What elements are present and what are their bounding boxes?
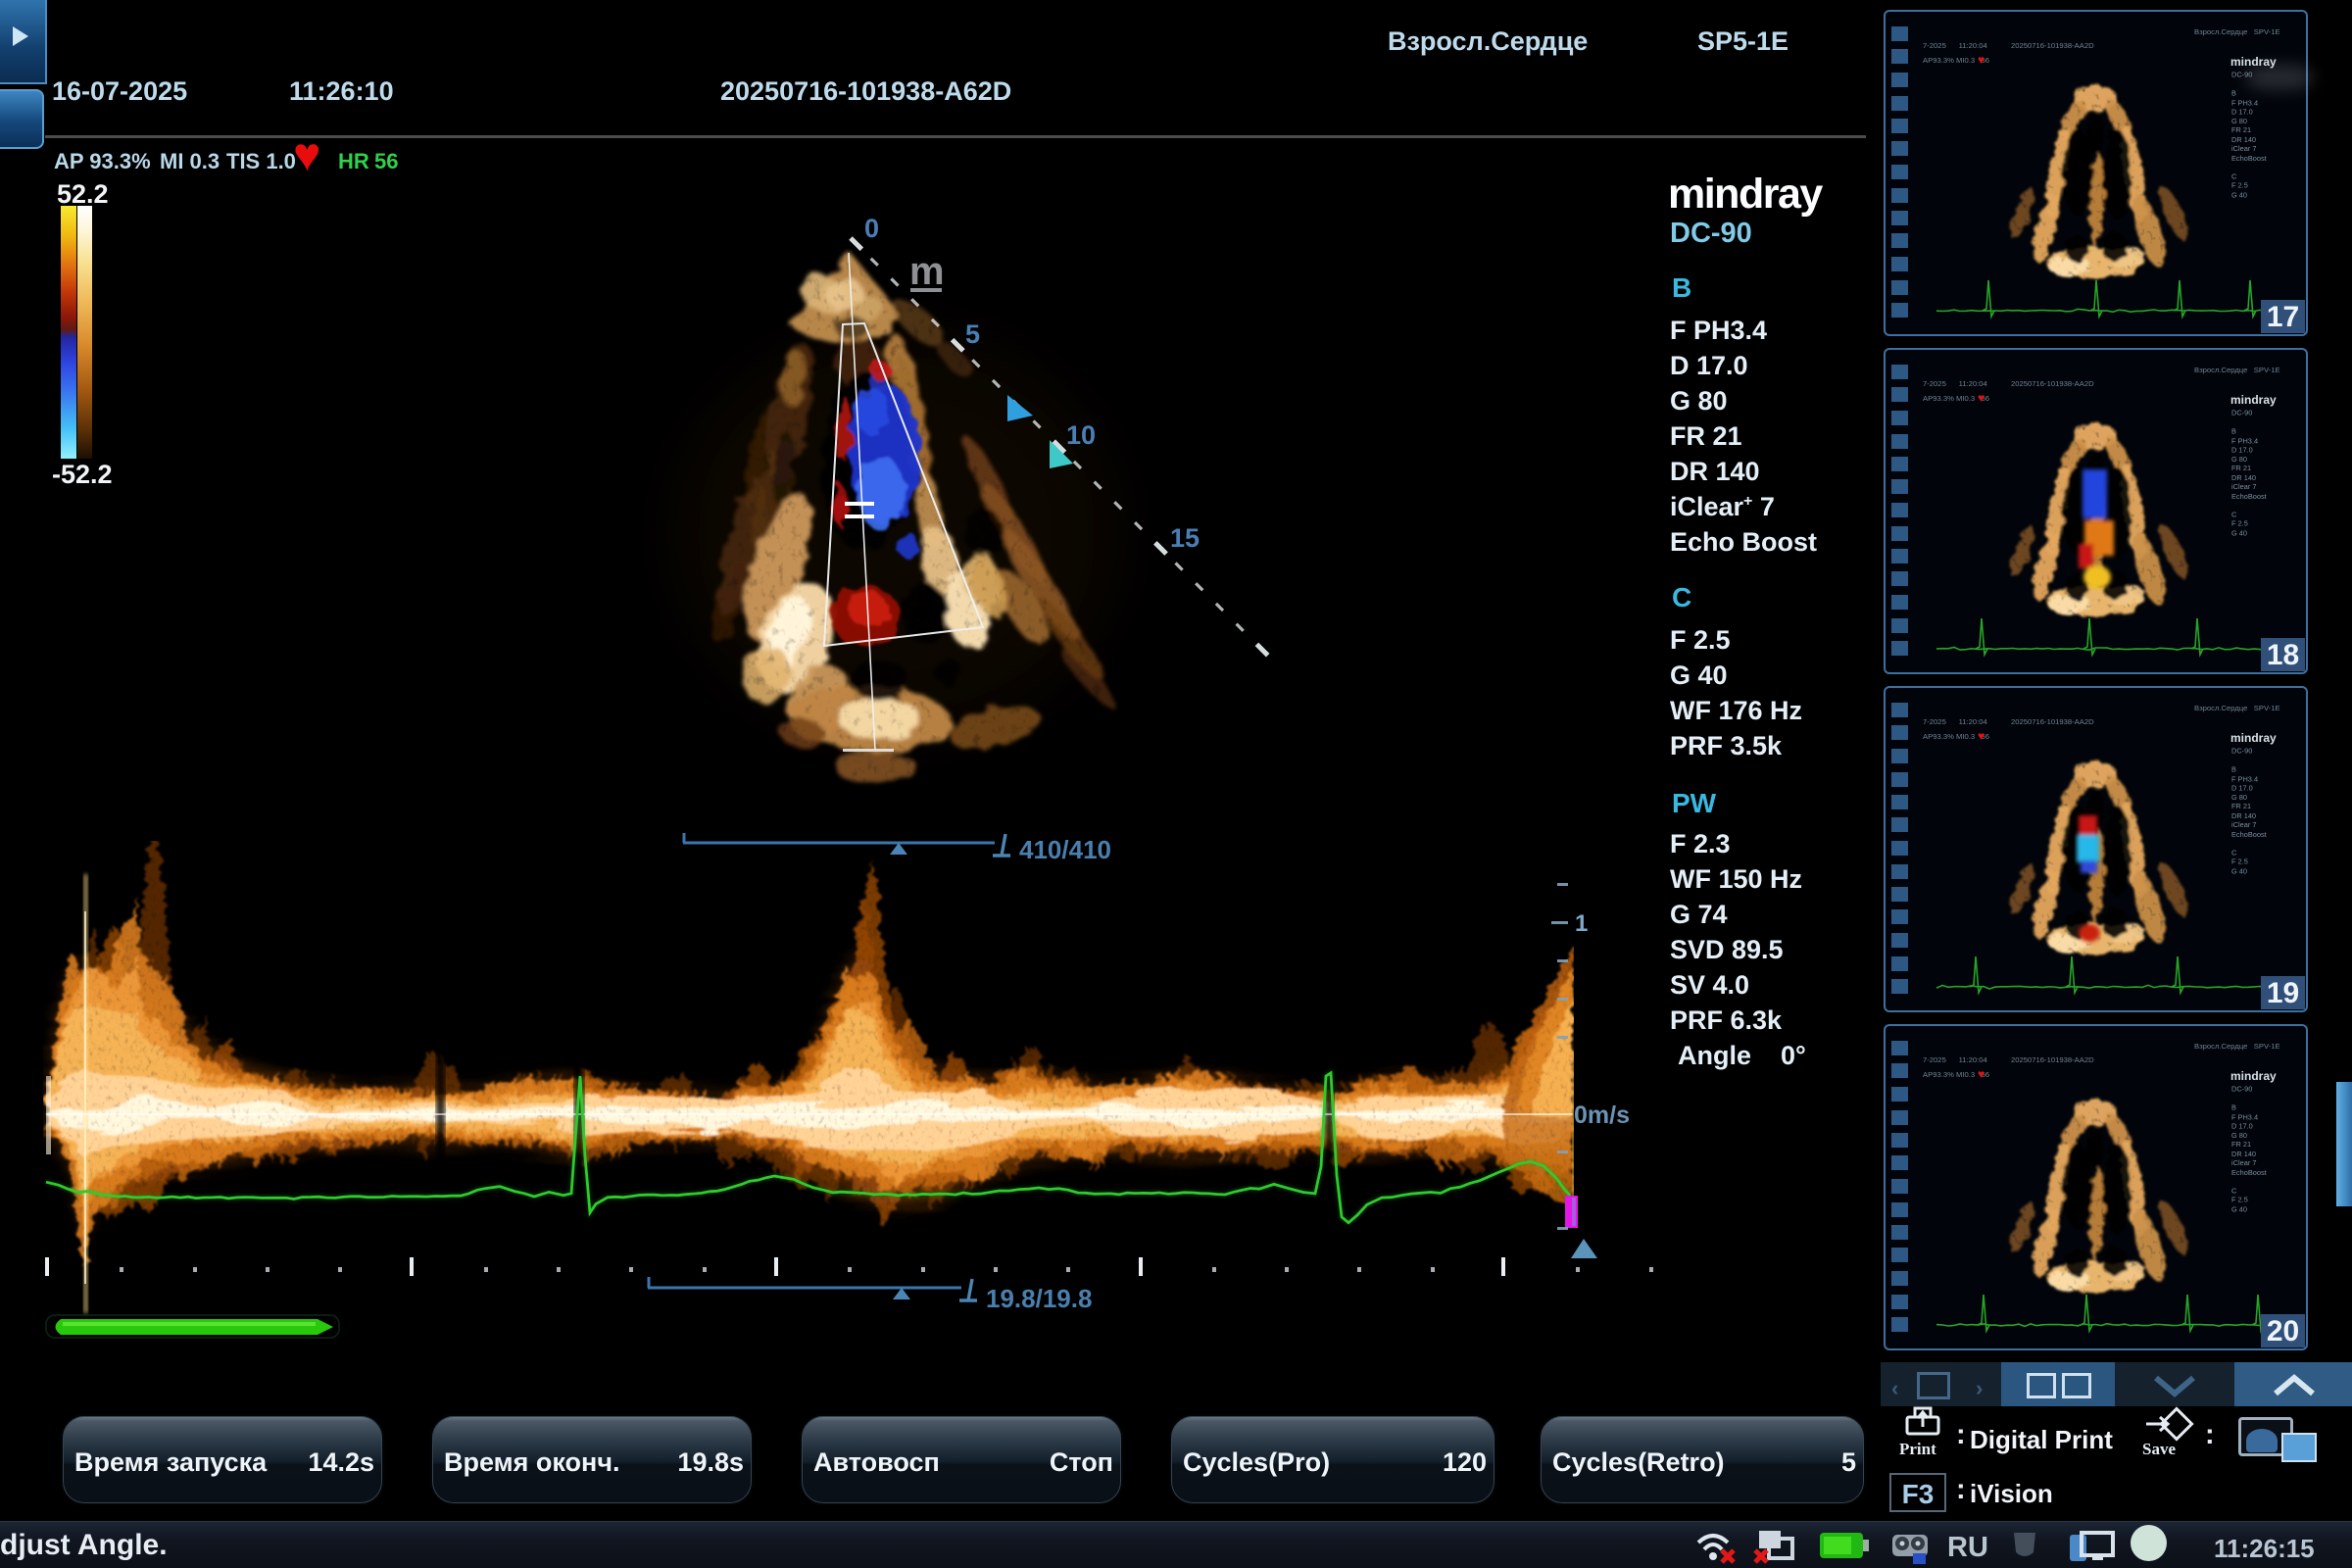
svg-text:Print: Print	[1899, 1440, 1936, 1458]
svg-text:15: 15	[1170, 523, 1200, 553]
svg-text:0: 0	[864, 214, 879, 243]
svg-text:10: 10	[1066, 420, 1096, 450]
svg-text:m: m	[909, 250, 945, 293]
svg-text:5: 5	[965, 319, 980, 349]
svg-text:Save: Save	[2142, 1440, 2176, 1458]
